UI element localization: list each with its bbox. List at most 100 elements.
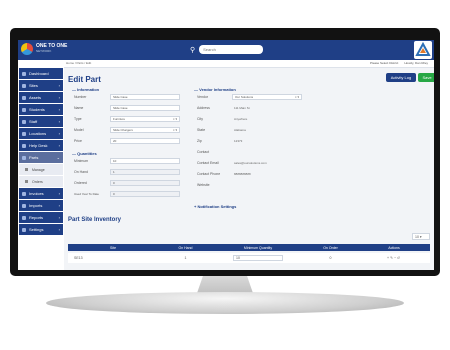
search-input[interactable] — [199, 45, 264, 54]
sidebar-subitem-orders[interactable]: Orders — [19, 176, 63, 187]
chevron-right-icon: › — [58, 227, 60, 232]
contact-email-value: sales@oursolutions.com — [234, 161, 267, 165]
sidebar-item-assets[interactable]: Assets › — [19, 92, 63, 103]
chevron-right-icon: › — [58, 83, 60, 88]
address-label: Address — [197, 106, 210, 110]
sidebar-item-reports[interactable]: Reports › — [19, 212, 63, 223]
activity-log-button[interactable]: Activity Log — [386, 73, 416, 82]
number-field[interactable]: Slide Case — [110, 94, 180, 100]
caret-down-icon: ▾ — [419, 235, 422, 239]
vendor-section-title: — Vendor Information — [194, 87, 236, 92]
district-selector[interactable]: Please Select District — [370, 61, 398, 65]
inventory-title: Part Site Inventory — [68, 217, 122, 223]
vendor-select[interactable]: Our Solutions × ▾ — [232, 94, 302, 100]
help-desk-icon — [22, 143, 26, 148]
website-label: Website — [197, 183, 210, 187]
clear-caret-icon: × ▾ — [172, 128, 177, 132]
inventory-table-header: Site On Hand Minimum Quantity On Order A… — [68, 244, 430, 251]
sidebar-item-settings[interactable]: Settings › — [19, 224, 63, 235]
chevron-down-icon: ⌄ — [56, 155, 60, 160]
chevron-right-icon: › — [58, 131, 60, 136]
contact-phone-value: 8888888888 — [234, 172, 251, 176]
col-minimum-quantity[interactable]: Minimum Quantity — [213, 246, 303, 250]
dashboard-icon — [22, 71, 26, 76]
row-minimum-input[interactable]: 10 — [233, 255, 283, 261]
manage-icon — [25, 168, 28, 171]
chevron-right-icon: › — [58, 191, 60, 196]
breadcrumb[interactable]: Home / Parts / Edit — [66, 61, 91, 65]
sidebar-item-dashboard[interactable]: Dashboard — [19, 68, 63, 79]
col-site[interactable]: Site — [68, 246, 158, 250]
page-title: Edit Part — [68, 75, 101, 84]
brand-sub: NETWORK — [36, 49, 52, 53]
minimum-field[interactable]: 10 — [110, 158, 180, 164]
contact-email-label: Contact Email — [197, 161, 219, 165]
notification-settings-toggle[interactable]: + Notification Settings — [194, 204, 236, 209]
col-on-order[interactable]: On Order — [303, 246, 358, 250]
type-select[interactable]: Furniture × ▾ — [110, 116, 180, 122]
screen: ONE TO ONE NETWORK ⚲ Home / Parts / Edit… — [18, 40, 434, 270]
parts-icon — [22, 155, 26, 160]
search-bar: ⚲ — [190, 45, 264, 54]
sidebar: Dashboard Sites › Assets › Students › Staff… — [18, 67, 64, 270]
city-label: City — [197, 117, 204, 121]
price-field[interactable]: 20 — [110, 138, 180, 144]
on-hand-field: 1 — [110, 169, 180, 175]
brand-logo[interactable]: ONE TO ONE NETWORK — [21, 43, 67, 55]
chevron-right-icon: › — [58, 215, 60, 220]
orders-icon — [25, 180, 28, 183]
on-hand-label: On Hand — [74, 170, 89, 174]
students-icon — [22, 107, 26, 112]
row-on-order: 0 — [329, 256, 332, 260]
name-field[interactable]: Slide Case — [110, 105, 180, 111]
sidebar-item-staff[interactable]: Staff › — [19, 116, 63, 127]
row-on-hand: 1 — [184, 256, 187, 260]
sidebar-item-imports[interactable]: Imports › — [19, 200, 63, 211]
col-on-hand[interactable]: On Hand — [158, 246, 213, 250]
settings-icon — [22, 227, 26, 232]
history-icon[interactable]: ↺ — [397, 256, 401, 260]
used-ytd-field: 0 — [110, 191, 180, 197]
assets-icon — [22, 95, 26, 100]
type-label: Type — [74, 117, 82, 121]
chevron-right-icon: › — [58, 95, 60, 100]
clear-caret-icon: × ▾ — [172, 117, 177, 121]
minimum-label: Minimum — [74, 159, 89, 163]
model-select[interactable]: Slide Chargers × ▾ — [110, 127, 180, 133]
quantities-section-title: — Quantities — [72, 151, 97, 156]
organization-logo — [414, 41, 432, 59]
sidebar-item-students[interactable]: Students › — [19, 104, 63, 115]
ordered-label: Ordered — [74, 181, 87, 185]
name-label: Name — [74, 106, 84, 110]
sidebar-item-parts[interactable]: Parts ⌄ — [19, 152, 63, 163]
sidebar-item-sites[interactable]: Sites › — [19, 80, 63, 91]
save-button[interactable]: Save — [418, 73, 434, 82]
number-label: Number — [74, 95, 87, 99]
per-page-select[interactable]: 10 ▾ — [412, 233, 430, 240]
sidebar-item-invoices[interactable]: Invoices › — [19, 188, 63, 199]
top-bar: ONE TO ONE NETWORK ⚲ — [18, 40, 434, 60]
col-actions: Actions — [388, 245, 400, 250]
sidebar-item-locations[interactable]: Locations › — [19, 128, 63, 139]
table-row: SE13 1 10 0 +✎−↺ — [68, 253, 430, 263]
locations-icon — [22, 131, 26, 136]
sidebar-subitem-manage[interactable]: Manage — [19, 164, 63, 175]
zip-value: 12373 — [234, 139, 243, 143]
used-ytd-label: Used Year To Date — [74, 192, 99, 196]
state-value: Alabama — [234, 128, 246, 132]
state-label: State — [197, 128, 206, 132]
sites-icon — [22, 83, 26, 88]
staff-icon — [22, 119, 26, 124]
imports-icon — [22, 203, 26, 208]
model-label: Model — [74, 128, 84, 132]
invoices-icon — [22, 191, 26, 196]
address-value: 111 Main St — [234, 106, 250, 110]
price-label: Price — [74, 139, 82, 143]
user-menu[interactable]: Howdy, Dan Riley — [404, 61, 428, 65]
chevron-right-icon: › — [58, 143, 60, 148]
zip-label: Zip — [197, 139, 202, 143]
reports-icon — [22, 215, 26, 220]
search-icon[interactable]: ⚲ — [190, 46, 195, 54]
chevron-right-icon: › — [58, 119, 60, 124]
sidebar-item-help-desk[interactable]: Help Desk › — [19, 140, 63, 151]
